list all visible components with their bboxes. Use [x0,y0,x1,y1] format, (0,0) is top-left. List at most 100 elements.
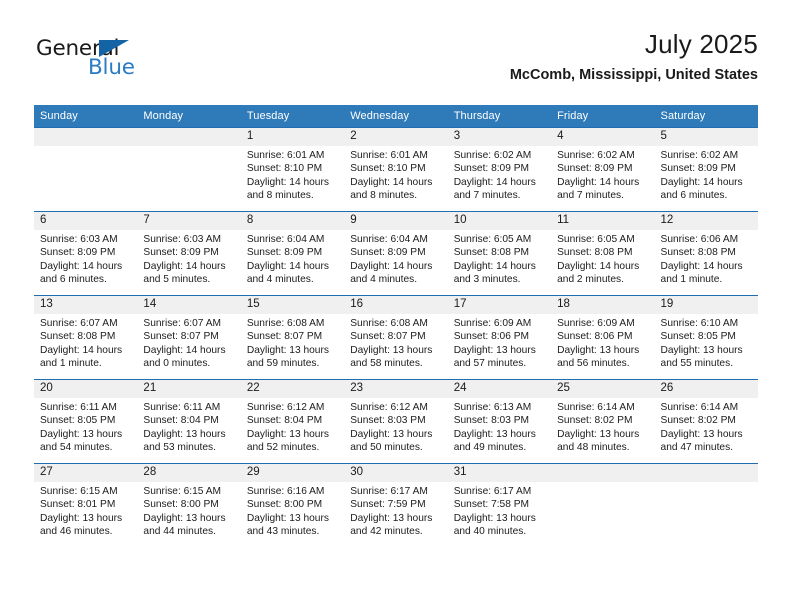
day-cell-content [654,464,758,547]
day-number: 3 [447,128,552,146]
day-number: 6 [34,212,138,230]
day-cell-content: 24 Sunrise: 6:13 AM Sunset: 8:03 PM Dayli… [447,380,552,463]
calendar-empty-cell [654,463,758,547]
calendar-day-cell[interactable]: 1 Sunrise: 6:01 AM Sunset: 8:10 PM Daylig… [240,127,345,212]
day-number: 19 [654,296,758,314]
day-cell-content: 15 Sunrise: 6:08 AM Sunset: 8:07 PM Dayli… [240,296,345,379]
calendar-day-cell[interactable]: 13 Sunrise: 6:07 AM Sunset: 8:08 PM Dayli… [34,295,138,380]
day-cell-content: 9 Sunrise: 6:04 AM Sunset: 8:09 PM Daylig… [344,212,448,295]
weekday-header-sunday: Sunday [34,105,138,128]
calendar-day-cell[interactable]: 21 Sunrise: 6:11 AM Sunset: 8:04 PM Dayli… [137,379,241,464]
day-cell-content: 3 Sunrise: 6:02 AM Sunset: 8:09 PM Daylig… [447,128,552,211]
calendar-day-cell[interactable]: 11 Sunrise: 6:05 AM Sunset: 8:08 PM Dayli… [551,211,655,296]
calendar-empty-cell [34,127,138,212]
day-number: 12 [654,212,758,230]
calendar-day-cell[interactable]: 7 Sunrise: 6:03 AM Sunset: 8:09 PM Daylig… [137,211,241,296]
calendar-empty-cell [551,463,655,547]
calendar-day-cell[interactable]: 3 Sunrise: 6:02 AM Sunset: 8:09 PM Daylig… [447,127,552,212]
calendar-day-cell[interactable]: 14 Sunrise: 6:07 AM Sunset: 8:07 PM Dayli… [137,295,241,380]
calendar-day-cell[interactable]: 4 Sunrise: 6:02 AM Sunset: 8:09 PM Daylig… [551,127,655,212]
day-number: 11 [551,212,655,230]
day-cell-content [137,128,241,211]
day-number [654,464,758,482]
day-number: 31 [447,464,552,482]
calendar-day-cell[interactable]: 17 Sunrise: 6:09 AM Sunset: 8:06 PM Dayli… [447,295,552,380]
day-number: 13 [34,296,138,314]
calendar-day-cell[interactable]: 30 Sunrise: 6:17 AM Sunset: 7:59 PM Dayli… [344,463,448,547]
day-sun-details: Sunrise: 6:17 AM Sunset: 7:59 PM Dayligh… [350,486,433,538]
day-sun-details: Sunrise: 6:07 AM Sunset: 8:07 PM Dayligh… [143,318,226,370]
day-sun-details: Sunrise: 6:13 AM Sunset: 8:03 PM Dayligh… [453,402,536,454]
day-number: 22 [240,380,345,398]
calendar-day-cell[interactable]: 6 Sunrise: 6:03 AM Sunset: 8:09 PM Daylig… [34,211,138,296]
calendar-day-cell[interactable]: 12 Sunrise: 6:06 AM Sunset: 8:08 PM Dayli… [654,211,758,296]
calendar-week-row: 27 Sunrise: 6:15 AM Sunset: 8:01 PM Dayli… [34,463,758,547]
day-sun-details: Sunrise: 6:03 AM Sunset: 8:09 PM Dayligh… [40,234,123,286]
weekday-header-thursday: Thursday [447,105,552,128]
calendar-day-cell[interactable]: 5 Sunrise: 6:02 AM Sunset: 8:09 PM Daylig… [654,127,758,212]
day-cell-content: 18 Sunrise: 6:09 AM Sunset: 8:06 PM Dayli… [551,296,655,379]
calendar-day-cell[interactable]: 16 Sunrise: 6:08 AM Sunset: 8:07 PM Dayli… [344,295,448,380]
day-cell-content: 22 Sunrise: 6:12 AM Sunset: 8:04 PM Dayli… [240,380,345,463]
weekday-header: Sunday Monday Tuesday Wednesday Thursday Frid… [34,105,758,128]
day-sun-details: Sunrise: 6:05 AM Sunset: 8:08 PM Dayligh… [557,234,640,286]
day-cell-content: 12 Sunrise: 6:06 AM Sunset: 8:08 PM Dayli… [654,212,758,295]
day-sun-details: Sunrise: 6:09 AM Sunset: 8:06 PM Dayligh… [557,318,640,370]
day-cell-content: 2 Sunrise: 6:01 AM Sunset: 8:10 PM Daylig… [344,128,448,211]
day-number: 25 [551,380,655,398]
day-cell-content: 13 Sunrise: 6:07 AM Sunset: 8:08 PM Dayli… [34,296,138,379]
day-sun-details: Sunrise: 6:12 AM Sunset: 8:04 PM Dayligh… [246,402,329,454]
calendar-day-cell[interactable]: 29 Sunrise: 6:16 AM Sunset: 8:00 PM Dayli… [240,463,345,547]
calendar-day-cell[interactable]: 9 Sunrise: 6:04 AM Sunset: 8:09 PM Daylig… [344,211,448,296]
day-sun-details: Sunrise: 6:02 AM Sunset: 8:09 PM Dayligh… [660,150,743,202]
day-cell-content: 11 Sunrise: 6:05 AM Sunset: 8:08 PM Dayli… [551,212,655,295]
calendar-day-cell[interactable]: 18 Sunrise: 6:09 AM Sunset: 8:06 PM Dayli… [551,295,655,380]
day-sun-details: Sunrise: 6:14 AM Sunset: 8:02 PM Dayligh… [660,402,743,454]
day-number: 7 [137,212,241,230]
page-title: July 2025 [644,29,758,59]
day-sun-details: Sunrise: 6:03 AM Sunset: 8:09 PM Dayligh… [143,234,226,286]
day-sun-details: Sunrise: 6:09 AM Sunset: 8:06 PM Dayligh… [453,318,536,370]
calendar-day-cell[interactable]: 2 Sunrise: 6:01 AM Sunset: 8:10 PM Daylig… [344,127,448,212]
day-number: 24 [447,380,552,398]
calendar-day-cell[interactable]: 15 Sunrise: 6:08 AM Sunset: 8:07 PM Dayli… [240,295,345,380]
day-cell-content: 26 Sunrise: 6:14 AM Sunset: 8:02 PM Dayli… [654,380,758,463]
calendar-day-cell[interactable]: 8 Sunrise: 6:04 AM Sunset: 8:09 PM Daylig… [240,211,345,296]
calendar-day-cell[interactable]: 19 Sunrise: 6:10 AM Sunset: 8:05 PM Dayli… [654,295,758,380]
weekday-header-tuesday: Tuesday [240,105,345,128]
calendar-day-cell[interactable]: 24 Sunrise: 6:13 AM Sunset: 8:03 PM Dayli… [447,379,552,464]
day-number: 4 [551,128,655,146]
calendar-week-row: 1 Sunrise: 6:01 AM Sunset: 8:10 PM Daylig… [34,127,758,212]
day-number: 29 [240,464,345,482]
day-cell-content: 17 Sunrise: 6:09 AM Sunset: 8:06 PM Dayli… [447,296,552,379]
calendar-day-cell[interactable]: 20 Sunrise: 6:11 AM Sunset: 8:05 PM Dayli… [34,379,138,464]
day-number: 5 [654,128,758,146]
calendar-day-cell[interactable]: 22 Sunrise: 6:12 AM Sunset: 8:04 PM Dayli… [240,379,345,464]
logo-text-blue: Blue [88,55,135,80]
calendar-empty-cell [137,127,241,212]
day-cell-content: 10 Sunrise: 6:05 AM Sunset: 8:08 PM Dayli… [447,212,552,295]
title-block: July 2025 McComb, Mississippi, United St… [510,29,758,83]
day-cell-content: 31 Sunrise: 6:17 AM Sunset: 7:58 PM Dayli… [447,464,552,547]
calendar-week-row: 13 Sunrise: 6:07 AM Sunset: 8:08 PM Dayli… [34,295,758,380]
calendar-day-cell[interactable]: 27 Sunrise: 6:15 AM Sunset: 8:01 PM Dayli… [34,463,138,547]
calendar-day-cell[interactable]: 31 Sunrise: 6:17 AM Sunset: 7:58 PM Dayli… [447,463,552,547]
day-number [551,464,655,482]
calendar-day-cell[interactable]: 28 Sunrise: 6:15 AM Sunset: 8:00 PM Dayli… [137,463,241,547]
calendar-day-cell[interactable]: 10 Sunrise: 6:05 AM Sunset: 8:08 PM Dayli… [447,211,552,296]
day-number: 10 [447,212,552,230]
calendar-day-cell[interactable]: 26 Sunrise: 6:14 AM Sunset: 8:02 PM Dayli… [654,379,758,464]
day-cell-content: 25 Sunrise: 6:14 AM Sunset: 8:02 PM Dayli… [551,380,655,463]
day-sun-details: Sunrise: 6:02 AM Sunset: 8:09 PM Dayligh… [557,150,640,202]
calendar-day-cell[interactable]: 25 Sunrise: 6:14 AM Sunset: 8:02 PM Dayli… [551,379,655,464]
day-number: 28 [137,464,241,482]
calendar-week-row: 20 Sunrise: 6:11 AM Sunset: 8:05 PM Dayli… [34,379,758,464]
day-sun-details: Sunrise: 6:12 AM Sunset: 8:03 PM Dayligh… [350,402,433,454]
day-sun-details: Sunrise: 6:11 AM Sunset: 8:05 PM Dayligh… [40,402,123,454]
day-number [137,128,241,146]
day-number: 26 [654,380,758,398]
day-sun-details: Sunrise: 6:04 AM Sunset: 8:09 PM Dayligh… [246,234,329,286]
day-number: 1 [240,128,345,146]
calendar-day-cell[interactable]: 23 Sunrise: 6:12 AM Sunset: 8:03 PM Dayli… [344,379,448,464]
calendar-week-row: 6 Sunrise: 6:03 AM Sunset: 8:09 PM Daylig… [34,211,758,296]
